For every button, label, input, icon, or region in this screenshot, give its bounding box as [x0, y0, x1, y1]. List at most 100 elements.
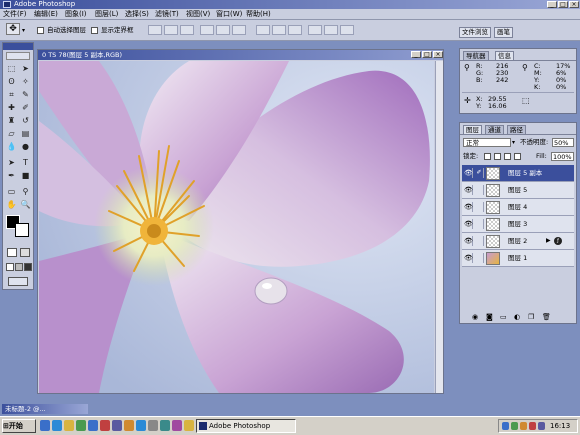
quick-mask-icon[interactable]	[20, 248, 30, 257]
align-left-icon[interactable]	[200, 25, 214, 35]
move-tool-icon[interactable]: ➤	[19, 63, 32, 75]
layer-row[interactable]: 👁 图层 3	[462, 216, 574, 233]
media-icon[interactable]	[76, 420, 86, 431]
distribute-top-icon[interactable]	[256, 25, 270, 35]
tray-icon-3[interactable]	[520, 422, 527, 430]
folder-icon[interactable]	[64, 420, 74, 431]
background-color-swatch[interactable]	[15, 223, 29, 237]
layer-row[interactable]: 👁 图层 5	[462, 182, 574, 199]
doc-close-button[interactable]: ×	[433, 51, 443, 58]
layer-style-icon[interactable]: ƒ	[554, 237, 562, 245]
lock-image-checkbox[interactable]	[494, 153, 501, 160]
auto-select-checkbox[interactable]	[37, 27, 44, 34]
photoshop-logo-icon[interactable]	[6, 52, 30, 60]
fill-input[interactable]: 100%	[551, 152, 574, 161]
jump-to-imageready-icon[interactable]	[8, 277, 28, 286]
trash-icon[interactable]: 🗑	[542, 313, 551, 322]
blend-mode-chevron-icon[interactable]: ▾	[512, 138, 515, 147]
tray-icon-2[interactable]	[511, 422, 518, 430]
healing-brush-tool-icon[interactable]: ✚	[5, 102, 18, 114]
doc-maximize-button[interactable]: □	[422, 51, 432, 58]
tray-icon-4[interactable]	[529, 422, 536, 430]
gradient-tool-icon[interactable]: ▤	[19, 128, 32, 140]
align-vcenter-icon[interactable]	[164, 25, 178, 35]
vertical-scrollbar[interactable]	[435, 61, 443, 393]
close-button[interactable]: ×	[569, 1, 579, 8]
toolbox-header[interactable]	[3, 43, 33, 50]
menu-filter[interactable]: 滤镜(T)	[155, 9, 179, 20]
chevron-down-icon[interactable]: ▾	[22, 27, 25, 34]
desktop-icon[interactable]	[40, 420, 50, 431]
app-icon-6[interactable]	[160, 420, 170, 431]
new-set-icon[interactable]: ▭	[500, 313, 507, 322]
adjustment-layer-icon[interactable]: ◐	[514, 313, 520, 322]
eye-icon[interactable]: 👁	[464, 236, 473, 246]
minimize-button[interactable]: _	[547, 1, 557, 8]
tab-info[interactable]: 信息	[495, 51, 514, 60]
opacity-input[interactable]: 50%	[552, 138, 574, 147]
clone-stamp-tool-icon[interactable]: ♜	[5, 115, 18, 127]
zoom-tool-icon[interactable]: 🔍	[19, 199, 32, 211]
app-icon-8[interactable]	[184, 420, 194, 431]
layer-row[interactable]: 👁 图层 2 ▶ ƒ	[462, 233, 574, 250]
tab-file-browser[interactable]: 文件浏览	[459, 27, 491, 38]
show-bounds-checkbox[interactable]	[91, 27, 98, 34]
crop-tool-icon[interactable]: ⌗	[5, 89, 18, 101]
distribute-right-icon[interactable]	[340, 25, 354, 35]
eye-icon[interactable]: 👁	[464, 185, 473, 195]
tray-icon-1[interactable]	[502, 422, 509, 430]
notes-tool-icon[interactable]: ▭	[5, 186, 18, 198]
menu-help[interactable]: 帮助(H)	[246, 9, 271, 20]
layer-row[interactable]: 👁 图层 1	[462, 250, 574, 267]
lock-all-checkbox[interactable]	[514, 153, 521, 160]
type-tool-icon[interactable]: T	[19, 157, 32, 169]
lock-transparency-checkbox[interactable]	[484, 153, 491, 160]
tab-channels[interactable]: 通道	[485, 125, 504, 134]
app-icon-5[interactable]	[148, 420, 158, 431]
distribute-hcenter-icon[interactable]	[324, 25, 338, 35]
eye-icon[interactable]: 👁	[464, 253, 473, 263]
menu-view[interactable]: 视图(V)	[186, 9, 210, 20]
blend-mode-select[interactable]: 正常	[463, 138, 511, 147]
screen-mode-full-icon[interactable]	[24, 263, 32, 271]
document-title[interactable]: 0 TS 78(图层 5 副本,RGB)	[38, 50, 443, 60]
tab-paths[interactable]: 路径	[507, 125, 526, 134]
align-hcenter-icon[interactable]	[216, 25, 230, 35]
lasso-tool-icon[interactable]: ʘ	[5, 76, 18, 88]
photoshop-task-button[interactable]: Adobe Photoshop	[196, 419, 296, 433]
app-icon-2[interactable]	[112, 420, 122, 431]
distribute-left-icon[interactable]	[308, 25, 322, 35]
screen-mode-standard-icon[interactable]	[6, 263, 14, 271]
tab-navigator[interactable]: 导航器	[463, 51, 489, 60]
menu-window[interactable]: 窗口(W)	[216, 9, 242, 20]
tab-brushes[interactable]: 画笔	[494, 27, 513, 38]
mail-icon[interactable]	[88, 420, 98, 431]
app-icon-3[interactable]	[124, 420, 134, 431]
clock[interactable]: 16:13	[550, 419, 570, 433]
eraser-tool-icon[interactable]: ▱	[5, 128, 18, 140]
shape-tool-icon[interactable]: ■	[19, 170, 32, 182]
distribute-bottom-icon[interactable]	[288, 25, 302, 35]
eye-icon[interactable]: 👁	[464, 168, 473, 178]
eyedropper-tool-icon[interactable]: ⚲	[19, 186, 32, 198]
screen-mode-full-menu-icon[interactable]	[15, 263, 23, 271]
menu-image[interactable]: 图象(I)	[65, 9, 87, 20]
standard-mode-icon[interactable]	[7, 248, 17, 257]
slice-tool-icon[interactable]: ✎	[19, 89, 32, 101]
align-bottom-icon[interactable]	[180, 25, 194, 35]
pen-tool-icon[interactable]: ✒	[5, 170, 18, 182]
path-selection-tool-icon[interactable]: ➤	[5, 157, 18, 169]
menu-layer[interactable]: 图层(L)	[95, 9, 118, 20]
blur-tool-icon[interactable]: 💧	[5, 141, 18, 153]
app-icon-7[interactable]	[172, 420, 182, 431]
expand-triangle-icon[interactable]: ▶	[546, 236, 551, 246]
start-button[interactable]: ⊞开始	[2, 419, 36, 433]
ie-icon[interactable]	[52, 420, 62, 431]
dodge-tool-icon[interactable]: ●	[19, 141, 32, 153]
align-right-icon[interactable]	[232, 25, 246, 35]
add-style-icon[interactable]: ◉	[472, 313, 478, 322]
marquee-tool-icon[interactable]: ⬚	[5, 63, 18, 75]
eye-icon[interactable]: 👁	[464, 202, 473, 212]
tab-layers[interactable]: 图层	[463, 125, 482, 134]
history-brush-tool-icon[interactable]: ↺	[19, 115, 32, 127]
